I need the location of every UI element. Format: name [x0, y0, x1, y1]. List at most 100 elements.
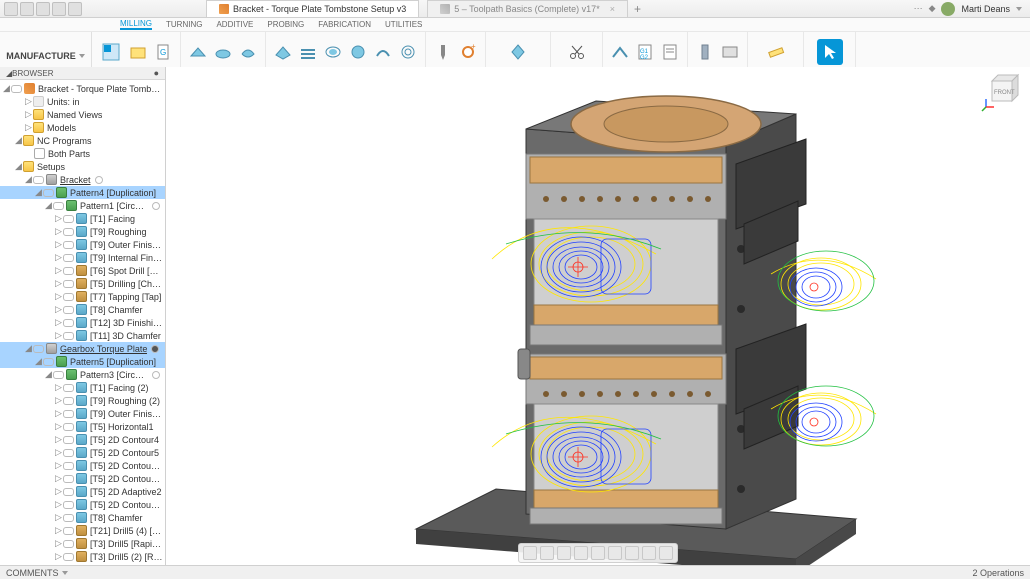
setup-icon[interactable]	[98, 39, 124, 65]
contour-icon[interactable]	[212, 41, 234, 63]
ribbon-tab-fabrication[interactable]: FABRICATION	[318, 20, 371, 29]
ribbon-tab-probing[interactable]: PROBING	[267, 20, 304, 29]
radio-icon[interactable]	[152, 202, 160, 210]
eye-icon[interactable]	[63, 215, 74, 223]
select-cursor-icon[interactable]	[817, 39, 843, 65]
eye-icon[interactable]	[63, 436, 74, 444]
document-tab-inactive[interactable]: 5 – Toolpath Basics (Complete) v17* ×	[427, 0, 628, 17]
tree-models[interactable]: ▷Models	[0, 121, 165, 134]
tool-library-icon[interactable]	[694, 41, 716, 63]
tree-pattern5[interactable]: ◢Pattern5 [Duplication]	[0, 355, 165, 368]
tree-operation[interactable]: ▷[T9] Outer Finishi...	[0, 238, 165, 251]
eye-icon[interactable]	[63, 319, 74, 327]
eye-icon[interactable]	[63, 280, 74, 288]
app-menu-icon[interactable]	[4, 2, 18, 16]
grid-icon[interactable]	[625, 546, 639, 560]
3d-adaptive-icon[interactable]	[272, 41, 294, 63]
user-menu-chevron-icon[interactable]	[1016, 7, 1022, 11]
eye-icon[interactable]	[63, 267, 74, 275]
tree-pattern3[interactable]: ◢Pattern3 [Circular]	[0, 368, 165, 381]
adaptive-icon[interactable]	[237, 41, 259, 63]
pin-icon[interactable]: ●	[154, 68, 159, 78]
redo-icon[interactable]	[68, 2, 82, 16]
tree-setups[interactable]: ◢Setups	[0, 160, 165, 173]
tree-nc-programs[interactable]: ◢NC Programs	[0, 134, 165, 147]
tree-operation[interactable]: ▷[T12] 3D Finishing	[0, 316, 165, 329]
tree-setup-gearbox[interactable]: ◢Gearbox Torque Plate	[0, 342, 165, 355]
tree-operation[interactable]: ▷[T5] 2D Contour5	[0, 446, 165, 459]
3d-contour-icon[interactable]	[372, 41, 394, 63]
eye-icon[interactable]	[63, 553, 74, 561]
tree-pattern4[interactable]: ◢Pattern4 [Duplication]	[0, 186, 165, 199]
eye-icon[interactable]	[63, 527, 74, 535]
save-icon[interactable]	[36, 2, 50, 16]
tree-operation[interactable]: ▷[T21] Drill5 (4) [R...	[0, 524, 165, 537]
orbit-icon[interactable]	[523, 546, 537, 560]
eye-icon[interactable]	[63, 384, 74, 392]
tree-operation[interactable]: ▷[T1] Facing	[0, 212, 165, 225]
eye-icon[interactable]	[63, 475, 74, 483]
eye-icon[interactable]	[63, 397, 74, 405]
eye-icon[interactable]	[33, 176, 44, 184]
ribbon-tab-turning[interactable]: TURNING	[166, 20, 202, 29]
tree-operation[interactable]: ▷[T7] Tapping [Tap]	[0, 290, 165, 303]
tree-operation[interactable]: ▷[T9] Roughing	[0, 225, 165, 238]
eye-icon[interactable]	[63, 332, 74, 340]
eye-icon[interactable]	[63, 462, 74, 470]
gcode-icon[interactable]: G1G2	[634, 41, 656, 63]
tree-operation[interactable]: ▷[T8] Chamfer	[0, 511, 165, 524]
scissors-icon[interactable]	[566, 41, 588, 63]
3d-pocket-icon[interactable]	[322, 41, 344, 63]
browser-tree[interactable]: ◢Bracket - Torque Plate Tombstone ... ▷U…	[0, 80, 165, 565]
folder-icon[interactable]	[127, 41, 149, 63]
tree-named-views[interactable]: ▷Named Views	[0, 108, 165, 121]
user-avatar-icon[interactable]	[941, 2, 955, 16]
setup-sheet-icon[interactable]	[659, 41, 681, 63]
eye-icon[interactable]	[63, 410, 74, 418]
face-icon[interactable]	[187, 41, 209, 63]
ribbon-tab-utilities[interactable]: UTILITIES	[385, 20, 422, 29]
pan-icon[interactable]	[540, 546, 554, 560]
hole-icon[interactable]: +	[457, 41, 479, 63]
tree-units[interactable]: ▷Units: in	[0, 95, 165, 108]
tree-operation[interactable]: ▷[T3] Drill5 (2) [Ra...	[0, 550, 165, 563]
active-radio-icon[interactable]	[151, 345, 159, 353]
multiaxis-icon[interactable]	[507, 41, 529, 63]
eye-icon[interactable]	[63, 228, 74, 236]
tree-both-parts[interactable]: Both Parts	[0, 147, 165, 160]
tree-operation[interactable]: ▷[T5] Horizontal1	[0, 420, 165, 433]
file-icon[interactable]	[20, 2, 34, 16]
eye-icon[interactable]	[63, 514, 74, 522]
eye-icon[interactable]	[53, 202, 64, 210]
viewport-layout-icon[interactable]	[659, 546, 673, 560]
machine-library-icon[interactable]	[719, 41, 741, 63]
generate-icon[interactable]	[609, 41, 631, 63]
eye-icon[interactable]	[43, 358, 54, 366]
tree-operation[interactable]: ▷[T5] 2D Contour10	[0, 498, 165, 511]
3d-scallop-icon[interactable]	[347, 41, 369, 63]
tree-operation[interactable]: ▷[T5] 2D Contour4...	[0, 472, 165, 485]
eye-icon[interactable]	[63, 293, 74, 301]
comments-label[interactable]: COMMENTS	[6, 568, 59, 578]
eye-icon[interactable]	[63, 488, 74, 496]
tree-operation[interactable]: ▷[T5] 2D Contour4...	[0, 459, 165, 472]
eye-icon[interactable]	[63, 501, 74, 509]
tree-operation[interactable]: ▷[T8] Chamfer	[0, 303, 165, 316]
active-radio-icon[interactable]	[95, 176, 103, 184]
tree-pattern1[interactable]: ◢Pattern1 [Circular]	[0, 199, 165, 212]
eye-icon[interactable]	[63, 449, 74, 457]
display-style-icon[interactable]	[608, 546, 622, 560]
tree-operation[interactable]: ▷[T5] 2D Contour4	[0, 433, 165, 446]
tree-operation[interactable]: ▷[T5] 2D Adaptive2	[0, 485, 165, 498]
nc-program-icon[interactable]: G	[152, 41, 174, 63]
tree-root[interactable]: ◢Bracket - Torque Plate Tombstone ...	[0, 82, 165, 95]
eye-icon[interactable]	[11, 85, 22, 93]
new-tab-icon[interactable]: +	[634, 2, 641, 16]
chevron-down-icon[interactable]	[62, 571, 68, 575]
tree-operation[interactable]: ▷[T9] Roughing (2)	[0, 394, 165, 407]
fit-icon[interactable]	[574, 546, 588, 560]
3d-parallel-icon[interactable]	[297, 41, 319, 63]
eye-icon[interactable]	[43, 189, 54, 197]
drill-icon[interactable]	[432, 41, 454, 63]
ribbon-tab-additive[interactable]: ADDITIVE	[216, 20, 253, 29]
